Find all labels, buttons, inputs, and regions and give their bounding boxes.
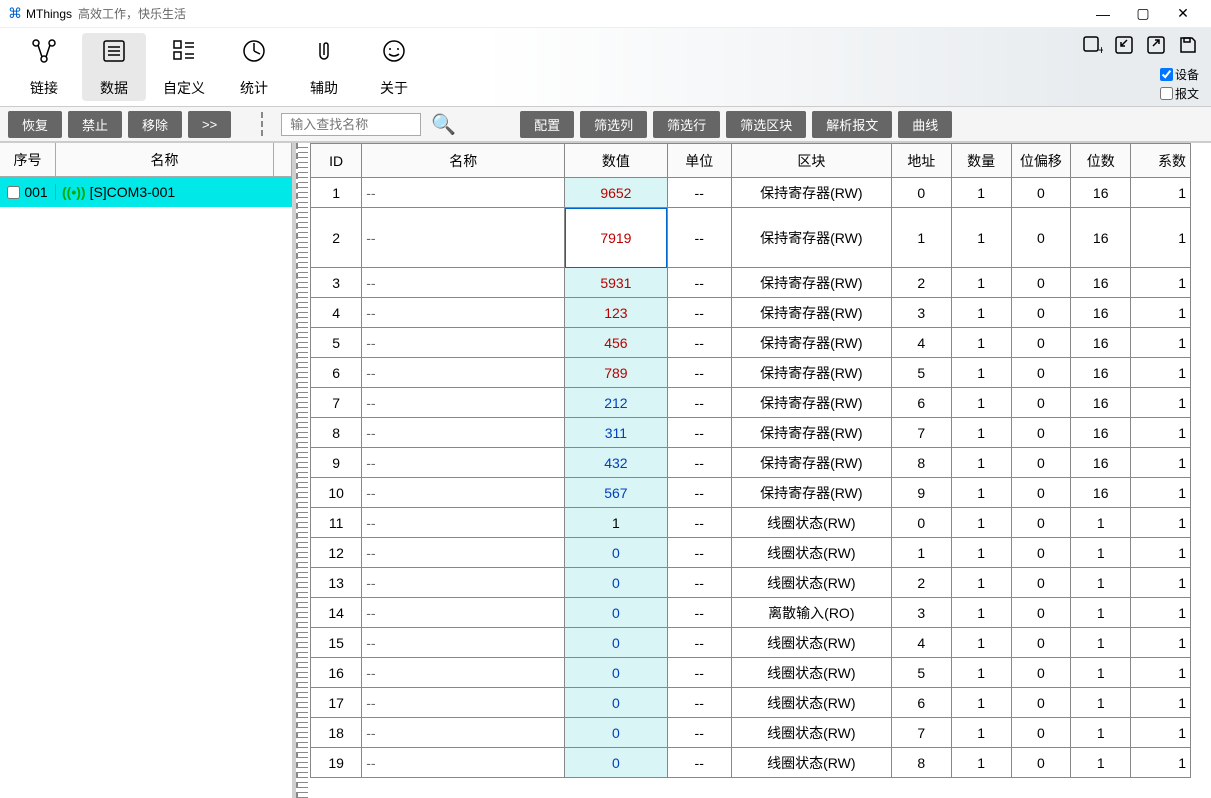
- app-subtitle: 高效工作，快乐生活: [78, 5, 186, 22]
- value-cell[interactable]: 5931: [565, 268, 668, 298]
- device-list-pane: 序号 名称 001((•))[S]COM3-001: [0, 143, 296, 798]
- maximize-button[interactable]: ▢: [1123, 5, 1163, 22]
- value-cell[interactable]: 1: [565, 508, 668, 538]
- btn-筛选行[interactable]: 筛选行: [653, 111, 720, 138]
- value-cell[interactable]: 0: [565, 598, 668, 628]
- table-row[interactable]: 9--432--保持寄存器(RW)810161: [311, 448, 1191, 478]
- table-row[interactable]: 8--311--保持寄存器(RW)710161: [311, 418, 1191, 448]
- table-row[interactable]: 2--7919--保持寄存器(RW)110161: [311, 208, 1191, 268]
- value-cell[interactable]: 0: [565, 538, 668, 568]
- table-row[interactable]: 10--567--保持寄存器(RW)910161: [311, 478, 1191, 508]
- table-row[interactable]: 11--1--线圈状态(RW)01011: [311, 508, 1191, 538]
- svg-text:+: +: [1098, 43, 1103, 56]
- stats-icon: [240, 37, 268, 72]
- connect-icon: [30, 37, 58, 72]
- value-cell[interactable]: 0: [565, 688, 668, 718]
- table-row[interactable]: 19--0--线圈状态(RW)81011: [311, 748, 1191, 778]
- value-cell[interactable]: 0: [565, 748, 668, 778]
- main-toolbar: 链接数据自定义统计辅助关于 + 设备报文: [0, 28, 1211, 106]
- value-cell[interactable]: 0: [565, 658, 668, 688]
- check-报文[interactable]: 报文: [1160, 85, 1199, 102]
- table-row[interactable]: 4--123--保持寄存器(RW)310161: [311, 298, 1191, 328]
- toolbar-connect[interactable]: 链接: [12, 33, 76, 101]
- col-header-6[interactable]: 数量: [951, 144, 1011, 178]
- value-cell[interactable]: 789: [565, 358, 668, 388]
- col-header-1[interactable]: 名称: [362, 144, 565, 178]
- btn-筛选列[interactable]: 筛选列: [580, 111, 647, 138]
- table-row[interactable]: 15--0--线圈状态(RW)41011: [311, 628, 1191, 658]
- table-row[interactable]: 3--5931--保持寄存器(RW)210161: [311, 268, 1191, 298]
- add-panel-icon[interactable]: +: [1081, 34, 1103, 62]
- value-cell[interactable]: 456: [565, 328, 668, 358]
- table-row[interactable]: 6--789--保持寄存器(RW)510161: [311, 358, 1191, 388]
- device-header-name: 名称: [56, 143, 274, 176]
- col-header-8[interactable]: 位数: [1071, 144, 1131, 178]
- col-header-2[interactable]: 数值: [565, 144, 668, 178]
- btn-筛选区块[interactable]: 筛选区块: [726, 111, 806, 138]
- signal-icon: ((•)): [62, 184, 86, 200]
- value-cell[interactable]: 123: [565, 298, 668, 328]
- table-row[interactable]: 14--0--离散输入(RO)31011: [311, 598, 1191, 628]
- toolbar-assist[interactable]: 辅助: [292, 33, 356, 101]
- btn-解析报文[interactable]: 解析报文: [812, 111, 892, 138]
- about-icon: [380, 37, 408, 72]
- value-cell[interactable]: 0: [565, 568, 668, 598]
- table-row[interactable]: 1--9652--保持寄存器(RW)010161: [311, 178, 1191, 208]
- col-header-5[interactable]: 地址: [891, 144, 951, 178]
- assist-icon: [310, 37, 338, 72]
- btn-禁止[interactable]: 禁止: [68, 111, 122, 138]
- check-设备[interactable]: 设备: [1160, 66, 1199, 83]
- table-row[interactable]: 18--0--线圈状态(RW)71011: [311, 718, 1191, 748]
- col-header-7[interactable]: 位偏移: [1011, 144, 1071, 178]
- value-cell[interactable]: 311: [565, 418, 668, 448]
- toolbar-about[interactable]: 关于: [362, 33, 426, 101]
- table-row[interactable]: 16--0--线圈状态(RW)51011: [311, 658, 1191, 688]
- minimize-button[interactable]: —: [1083, 6, 1123, 22]
- value-cell[interactable]: 0: [565, 718, 668, 748]
- device-scroll-gutter: [274, 143, 292, 176]
- value-cell[interactable]: 567: [565, 478, 668, 508]
- close-button[interactable]: ✕: [1163, 5, 1203, 22]
- value-cell[interactable]: 9652: [565, 178, 668, 208]
- btn-移除[interactable]: 移除: [128, 111, 182, 138]
- table-row[interactable]: 17--0--线圈状态(RW)61011: [311, 688, 1191, 718]
- custom-icon: [170, 37, 198, 72]
- splitter-handle[interactable]: [298, 143, 308, 798]
- col-header-4[interactable]: 区块: [731, 144, 891, 178]
- btn->>[interactable]: >>: [188, 111, 231, 138]
- device-header-sn: 序号: [0, 143, 56, 176]
- register-table: ID名称数值单位区块地址数量位偏移位数系数 1--9652--保持寄存器(RW)…: [310, 143, 1191, 778]
- save-icon[interactable]: [1177, 34, 1199, 62]
- value-cell[interactable]: 0: [565, 628, 668, 658]
- data-icon: [100, 37, 128, 72]
- device-row[interactable]: 001((•))[S]COM3-001: [0, 177, 292, 207]
- app-logo-icon: ⌘: [8, 5, 22, 22]
- value-cell[interactable]: 432: [565, 448, 668, 478]
- toolbar-data[interactable]: 数据: [82, 33, 146, 101]
- table-row[interactable]: 5--456--保持寄存器(RW)410161: [311, 328, 1191, 358]
- btn-配置[interactable]: 配置: [520, 111, 574, 138]
- table-row[interactable]: 12--0--线圈状态(RW)11011: [311, 538, 1191, 568]
- register-pane: ID名称数值单位区块地址数量位偏移位数系数 1--9652--保持寄存器(RW)…: [296, 143, 1211, 798]
- device-checkbox[interactable]: [7, 186, 20, 199]
- value-cell[interactable]: 212: [565, 388, 668, 418]
- app-title: MThings: [26, 7, 72, 21]
- titlebar: ⌘ MThings 高效工作，快乐生活 — ▢ ✕: [0, 0, 1211, 28]
- btn-曲线[interactable]: 曲线: [898, 111, 952, 138]
- import-icon[interactable]: [1113, 34, 1135, 62]
- table-row[interactable]: 13--0--线圈状态(RW)21011: [311, 568, 1191, 598]
- btn-恢复[interactable]: 恢复: [8, 111, 62, 138]
- col-header-0[interactable]: ID: [311, 144, 362, 178]
- value-cell[interactable]: 7919: [565, 208, 668, 268]
- toolbar-custom[interactable]: 自定义: [152, 33, 216, 101]
- col-header-9[interactable]: 系数: [1131, 144, 1191, 178]
- export-icon[interactable]: [1145, 34, 1167, 62]
- col-header-3[interactable]: 单位: [667, 144, 731, 178]
- search-icon[interactable]: 🔍: [431, 112, 456, 137]
- controls-row: 恢复禁止移除>> 🔍 配置筛选列筛选行筛选区块解析报文曲线: [0, 106, 1211, 142]
- table-row[interactable]: 7--212--保持寄存器(RW)610161: [311, 388, 1191, 418]
- search-input[interactable]: [281, 113, 421, 136]
- toolbar-stats[interactable]: 统计: [222, 33, 286, 101]
